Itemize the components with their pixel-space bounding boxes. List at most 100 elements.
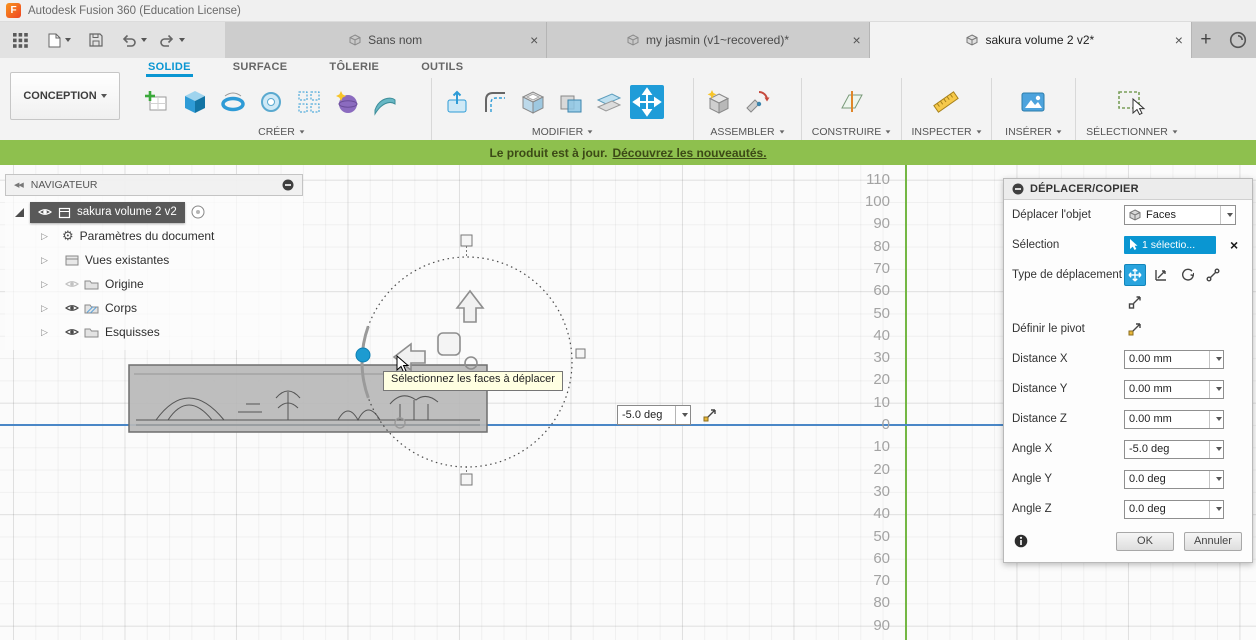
rotate-ring[interactable] [361, 256, 573, 468]
distance-y-input[interactable]: 0.00 mm [1124, 379, 1224, 399]
distance-x-input[interactable]: 0.00 mm [1124, 349, 1224, 369]
tab-tolerie[interactable]: TÔLERIE [327, 58, 381, 77]
fillet-icon[interactable] [478, 85, 512, 119]
group-label-selectionner[interactable]: SÉLECTIONNER [1076, 123, 1188, 140]
angle-x-input[interactable]: -5.0 deg [1124, 439, 1224, 459]
eye-icon[interactable] [65, 303, 79, 313]
chevron-down-icon[interactable] [1209, 500, 1223, 518]
pattern-icon[interactable] [292, 85, 326, 119]
plane-move-handle[interactable] [437, 332, 461, 356]
select-icon[interactable] [1114, 85, 1148, 119]
group-label-construire[interactable]: CONSTRUIRE [802, 123, 901, 140]
minus-circle-icon[interactable] [282, 179, 294, 191]
collapse-panel-icon[interactable]: ◀◀ [14, 181, 24, 189]
undo-button[interactable] [116, 27, 152, 53]
set-pivot-button[interactable] [1124, 318, 1146, 340]
angle-input[interactable]: -5.0 deg [617, 405, 691, 425]
pivot-point-handle[interactable] [394, 417, 406, 429]
measure-icon[interactable] [929, 85, 963, 119]
center-point-handle[interactable] [464, 356, 478, 370]
combine-icon[interactable] [554, 85, 588, 119]
chevron-down-icon[interactable] [1209, 380, 1223, 398]
move-copy-icon[interactable] [630, 85, 664, 119]
chevron-down-icon[interactable] [675, 406, 690, 424]
close-tab-icon[interactable] [852, 33, 860, 47]
move-type-rotate-icon[interactable] [1176, 264, 1198, 286]
doc-tab-sans-nom[interactable]: Sans nom [225, 22, 548, 58]
insert-image-icon[interactable] [1016, 85, 1050, 119]
save-button[interactable] [84, 27, 108, 53]
offset-face-icon[interactable] [592, 85, 626, 119]
doc-tab-my-jasmin[interactable]: my jasmin (v1~recovered)* [547, 22, 870, 58]
construction-plane-icon[interactable] [834, 85, 868, 119]
distance-z-input[interactable]: 0.00 mm [1124, 409, 1224, 429]
primitive-sphere-icon[interactable] [330, 85, 364, 119]
group-label-inserer[interactable]: INSÉRER [992, 123, 1075, 140]
chevron-down-icon[interactable] [1209, 350, 1223, 368]
ok-button[interactable]: OK [1116, 531, 1174, 551]
rotation-grip-point[interactable] [355, 347, 371, 363]
chevron-down-icon[interactable] [1209, 470, 1223, 488]
move-type-point-to-point-icon[interactable] [1202, 264, 1224, 286]
move-type-point-to-position-icon[interactable] [1124, 291, 1146, 313]
tree-item-sketches[interactable]: ▷ Esquisses [5, 320, 303, 344]
app-grid-icon[interactable] [8, 27, 33, 53]
move-type-free-move-icon[interactable] [1124, 264, 1146, 286]
workspace-selector[interactable]: CONCEPTION [10, 72, 120, 120]
file-menu-button[interactable] [43, 27, 76, 53]
new-tab-button[interactable] [1192, 22, 1220, 58]
selection-chip[interactable]: 1 sélectio... [1124, 236, 1216, 254]
job-status-icon[interactable] [1220, 22, 1256, 58]
chevron-right-icon[interactable]: ▷ [41, 279, 53, 290]
tree-item-document-settings[interactable]: ▷ ⚙ Paramètres du document [5, 224, 303, 248]
loft-icon[interactable] [368, 85, 402, 119]
handle-top[interactable] [460, 234, 473, 247]
chevron-right-icon[interactable]: ▷ [41, 255, 53, 266]
move-type-translate-icon[interactable] [1150, 264, 1172, 286]
angle-y-input[interactable]: 0.0 deg [1124, 469, 1224, 489]
revolve-icon[interactable] [216, 85, 250, 119]
minus-circle-icon[interactable] [1012, 183, 1024, 195]
handle-bottom[interactable] [460, 473, 473, 486]
clear-selection-button[interactable] [1230, 238, 1238, 252]
tree-item-bodies[interactable]: ▷ Corps [5, 296, 303, 320]
eye-hidden-icon[interactable] [65, 279, 79, 289]
handle-right[interactable] [575, 348, 586, 359]
chevron-right-icon[interactable]: ▷ [41, 231, 53, 242]
eye-icon[interactable] [65, 327, 79, 337]
shell-icon[interactable] [516, 85, 550, 119]
doc-tab-sakura-active[interactable]: sakura volume 2 v2* [869, 22, 1192, 58]
arrow-up-handle[interactable] [455, 289, 485, 323]
tree-root-component[interactable]: sakura volume 2 v2 [5, 200, 303, 224]
close-tab-icon[interactable] [530, 33, 538, 47]
group-label-inspecter[interactable]: INSPECTER [902, 123, 991, 140]
chevron-down-icon[interactable] [1209, 440, 1223, 458]
expander-open-icon[interactable] [15, 207, 24, 217]
new-component-icon[interactable] [702, 85, 736, 119]
group-label-assembler[interactable]: ASSEMBLER [694, 123, 801, 140]
pivot-toggle-button[interactable] [699, 405, 721, 425]
chevron-down-icon[interactable] [1209, 410, 1223, 428]
root-component-row[interactable]: sakura volume 2 v2 [30, 201, 185, 223]
tab-outils[interactable]: OUTILS [419, 58, 465, 77]
chevron-right-icon[interactable]: ▷ [41, 327, 53, 338]
redo-button[interactable] [154, 27, 190, 53]
eye-icon[interactable] [38, 207, 52, 217]
chevron-right-icon[interactable]: ▷ [41, 303, 53, 314]
cancel-button[interactable]: Annuler [1184, 531, 1242, 551]
move-object-select[interactable]: Faces [1124, 205, 1236, 225]
info-icon[interactable] [1014, 534, 1028, 548]
tree-item-named-views[interactable]: ▷ Vues existantes [5, 248, 303, 272]
tab-surface[interactable]: SURFACE [231, 58, 290, 77]
press-pull-icon[interactable] [440, 85, 474, 119]
viewport[interactable]: 1201101009080706050403020100102030405060… [0, 165, 1256, 640]
banner-link[interactable]: Découvrez les nouveautés. [612, 146, 766, 160]
group-label-creer[interactable]: CRÉER [132, 123, 431, 140]
create-sketch-icon[interactable] [140, 85, 174, 119]
angle-z-input[interactable]: 0.0 deg [1124, 499, 1224, 519]
move-manipulator[interactable] [350, 225, 600, 495]
close-tab-icon[interactable] [1175, 33, 1183, 47]
joint-icon[interactable] [740, 85, 774, 119]
group-label-modifier[interactable]: MODIFIER [432, 123, 693, 140]
tree-item-origin[interactable]: ▷ Origine [5, 272, 303, 296]
